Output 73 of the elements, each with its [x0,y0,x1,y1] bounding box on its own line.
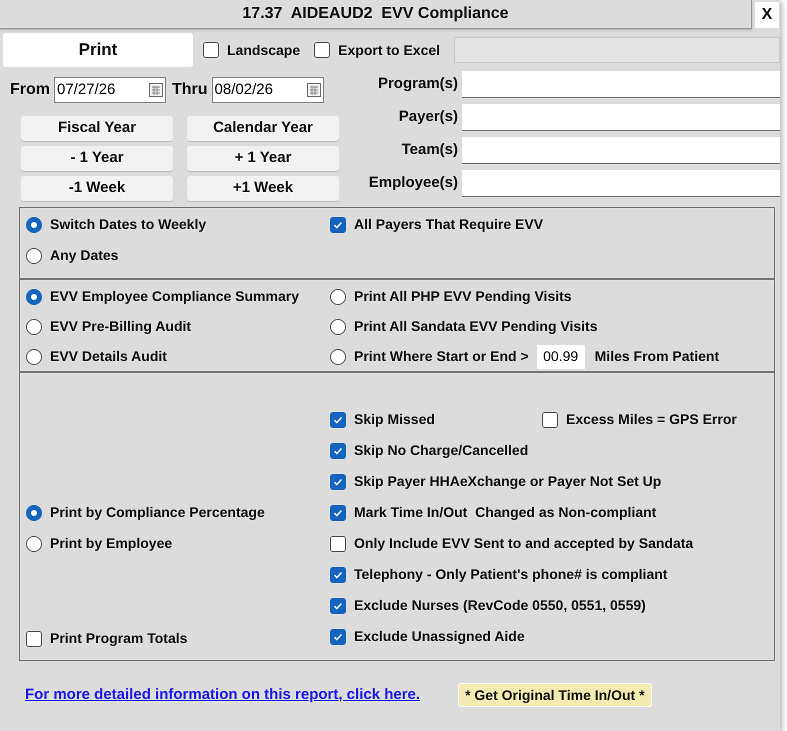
checkbox-label: Skip Missed [354,410,435,429]
thru-label: Thru [172,80,208,100]
checkbox-label: Exclude Nurses (RevCode 0550, 0551, 0559) [354,596,646,615]
input-field[interactable] [462,71,780,98]
radio-label: EVV Details Audit [50,347,167,366]
from-label: From [10,80,50,100]
radio-label: Any Dates [50,246,118,265]
radio-button[interactable] [26,348,42,364]
checkbox[interactable] [203,42,219,58]
input-field[interactable] [462,104,780,131]
checkbox-label: Skip No Charge/Cancelled [354,441,528,460]
date-button[interactable]: +1 Week [187,176,339,201]
field-label: Team(s) [400,140,459,160]
field-label: Program(s) [376,74,459,94]
original-time-button[interactable]: * Get Original Time In/Out * [458,683,652,707]
input-field[interactable] [462,170,780,197]
checkbox[interactable] [26,630,42,646]
radio-label: EVV Employee Compliance Summary [50,287,299,306]
checkbox-label: Landscape [227,40,300,60]
checkbox-label: All Payers That Require EVV [354,215,544,234]
checkbox[interactable] [330,474,346,490]
field-label: Payer(s) [398,107,459,128]
help-link[interactable]: For more detailed information on this report, click here. [25,684,420,706]
radio-label: EVV Pre-Billing Audit [50,317,192,336]
calendar-icon[interactable] [306,83,321,97]
field-label: Employee(s) [368,173,459,194]
checkbox-label: Exclude Unassigned Aide [354,627,525,646]
input-field[interactable] [462,137,780,164]
checkbox[interactable] [314,42,330,58]
date-button[interactable]: Fiscal Year [21,116,173,141]
checkbox-label: Export to Excel [338,40,440,60]
radio-button[interactable] [330,348,346,364]
calendar-icon[interactable] [149,83,163,97]
checkbox[interactable] [330,598,346,614]
radio-label: Switch Dates to Weekly [50,215,206,234]
miles-label: Miles From Patient [594,347,720,366]
checkbox-label: Excess Miles = GPS Error [566,410,737,429]
checkbox-label: Print Program Totals [50,629,188,648]
window-title: 17.37 AIDEAUD2 EVV Compliance [0,0,752,29]
checkbox[interactable] [330,412,346,428]
radio-button[interactable] [330,288,346,304]
radio-button[interactable] [330,318,346,334]
date-button[interactable]: Calendar Year [187,116,339,141]
radio-button[interactable] [26,216,42,232]
checkbox-label: Skip Payer HHAeXchange or Payer Not Set Up [354,472,662,491]
checkbox-label: Telephony - Only Patient's phone# is compliant [354,565,668,584]
date-button[interactable]: + 1 Year [187,146,339,171]
checkbox-label: Mark Time In/Out Changed as Non-compliant [354,503,656,522]
checkbox[interactable] [330,566,346,582]
checkbox[interactable] [542,412,558,428]
radio-label: Print by Employee [50,534,172,553]
print-button[interactable]: Print [3,33,193,67]
radio-button[interactable] [26,248,42,264]
radio-button[interactable] [26,288,42,304]
radio-button[interactable] [26,504,42,520]
date-field[interactable]: 08/02/26 [212,77,324,103]
checkbox[interactable] [330,442,346,458]
radio-label: Print All PHP EVV Pending Visits [354,287,572,306]
radio-label: Print by Compliance Percentage [50,503,265,522]
radio-button[interactable] [26,318,42,334]
checkbox-label: Only Include EVV Sent to and accepted by Sandata [354,534,694,553]
radio-button[interactable] [26,536,42,552]
checkbox[interactable] [330,216,346,232]
checkbox[interactable] [330,536,346,552]
date-field[interactable]: 07/27/26 [54,77,166,103]
miles-field[interactable]: 00.99 [536,344,585,368]
checkbox[interactable] [330,504,346,520]
radio-label: Print Where Start or End > [354,347,529,366]
date-button[interactable]: - 1 Year [21,146,173,171]
checkbox[interactable] [330,628,346,644]
close-button[interactable]: X [755,2,779,28]
radio-label: Print All Sandata EVV Pending Visits [354,317,598,336]
date-button[interactable]: -1 Week [21,176,173,201]
